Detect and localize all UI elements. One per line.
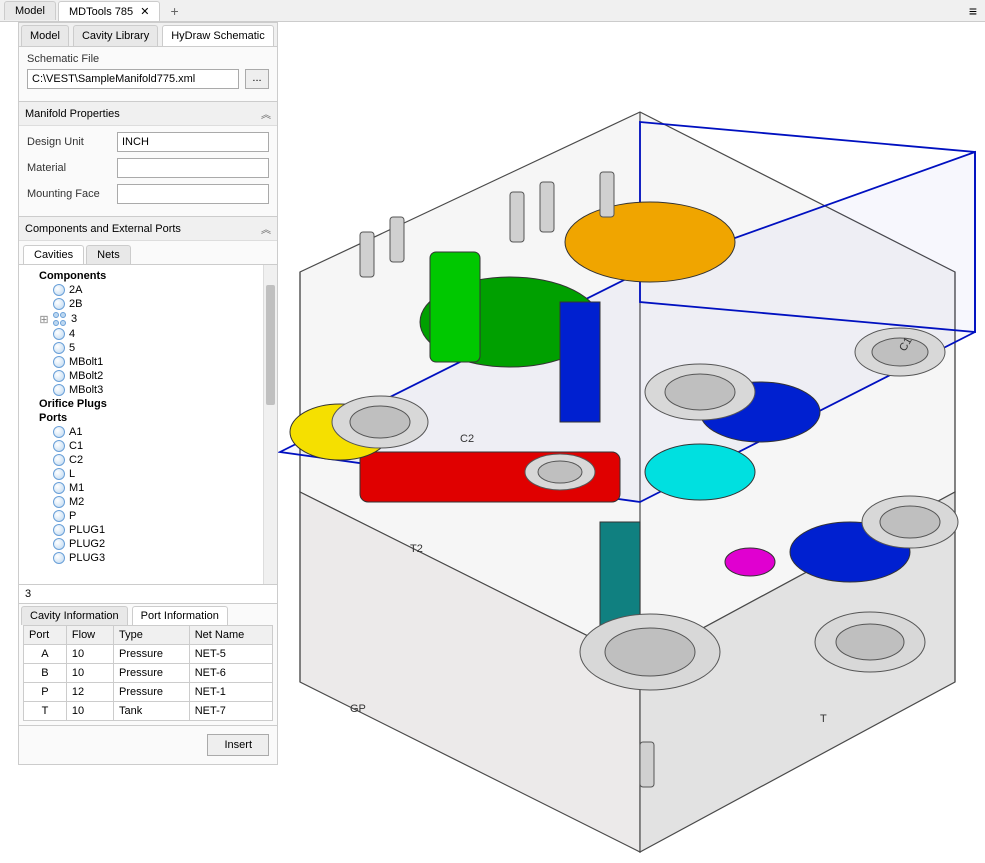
component-tree[interactable]: Components 2A 2B ⊞ 3 4 5 MBolt1 MBolt2 MB… [19,265,263,584]
design-unit-label: Design Unit [27,136,111,148]
table-row[interactable]: B10PressureNET-6 [24,664,273,683]
cep-title: Components and External Ports [25,223,181,235]
tree-item[interactable]: MBolt2 [39,370,261,382]
label-c1: C1 [897,335,914,353]
tree-cat-orifice-plugs[interactable]: Orifice Plugs [25,398,261,410]
tree-item[interactable]: PLUG2 [39,538,261,550]
table-row[interactable]: T10TankNET-7 [24,702,273,721]
label-gp: GP [350,703,366,715]
subtab-model[interactable]: Model [21,25,69,46]
tree-cat-ports[interactable]: Ports [25,412,261,424]
tree-item[interactable]: P [39,510,261,522]
table-header[interactable]: Flow [66,626,113,645]
insert-button[interactable]: Insert [207,734,269,756]
table-header[interactable]: Net Name [189,626,272,645]
close-icon[interactable]: ✕ [140,6,149,18]
collapse-icon[interactable]: ︽ [261,106,271,121]
port-information-table: PortFlowTypeNet Name A10PressureNET-5B10… [23,625,273,721]
tab-cavity-information[interactable]: Cavity Information [21,606,128,625]
label-t: T [820,713,827,725]
label-t2: T2 [410,543,423,555]
browse-button[interactable]: ... [245,69,269,89]
panel-subtabs: Model Cavity Library HyDraw Schematic [19,23,277,47]
tree-item[interactable]: MBolt3 [39,384,261,396]
tab-nets[interactable]: Nets [86,245,131,264]
schematic-file-input[interactable] [27,69,239,89]
schematic-file-label: Schematic File [27,53,112,65]
hamburger-icon[interactable]: ≡ [961,3,985,19]
table-row[interactable]: A10PressureNET-5 [24,645,273,664]
tree-item[interactable]: 4 [39,328,261,340]
top-tab-strip: Model MDTools 785 ✕ + ≡ [0,0,985,22]
label-c2: C2 [460,433,474,445]
tab-mdtools[interactable]: MDTools 785 ✕ [58,1,160,21]
selected-id: 3 [19,584,277,603]
tree-item[interactable]: 2B [39,298,261,310]
mounting-face-label: Mounting Face [27,188,111,200]
tree-item[interactable]: C2 [39,454,261,466]
subtab-hydraw-schematic[interactable]: HyDraw Schematic [162,25,274,46]
tree-item[interactable]: MBolt1 [39,356,261,368]
design-unit-input[interactable] [117,132,269,152]
tree-item[interactable]: PLUG1 [39,524,261,536]
tree-item[interactable]: 5 [39,342,261,354]
material-label: Material [27,162,111,174]
tree-cat-components[interactable]: Components [25,270,261,282]
tab-cavities[interactable]: Cavities [23,245,84,264]
tree-item[interactable]: L [39,468,261,480]
tree-item[interactable]: A1 [39,426,261,438]
table-header[interactable]: Type [114,626,190,645]
table-header[interactable]: Port [24,626,67,645]
add-tab-button[interactable]: + [162,3,186,19]
table-row[interactable]: P12PressureNET-1 [24,683,273,702]
collapse-icon[interactable]: ︽ [261,221,271,236]
tree-item[interactable]: ⊞ 3 [39,312,261,326]
material-input[interactable] [117,158,269,178]
tree-item[interactable]: M2 [39,496,261,508]
mounting-face-input[interactable] [117,184,269,204]
tab-port-information[interactable]: Port Information [132,606,228,625]
subtab-cavity-library[interactable]: Cavity Library [73,25,158,46]
manifold-properties-title: Manifold Properties [25,108,120,120]
tree-item[interactable]: C1 [39,440,261,452]
tree-scrollbar[interactable] [263,265,277,584]
tree-item[interactable]: 2A [39,284,261,296]
tree-item[interactable]: M1 [39,482,261,494]
side-panel: Model Cavity Library HyDraw Schematic Sc… [18,22,278,765]
tab-model[interactable]: Model [4,1,56,20]
tree-item[interactable]: PLUG3 [39,552,261,564]
